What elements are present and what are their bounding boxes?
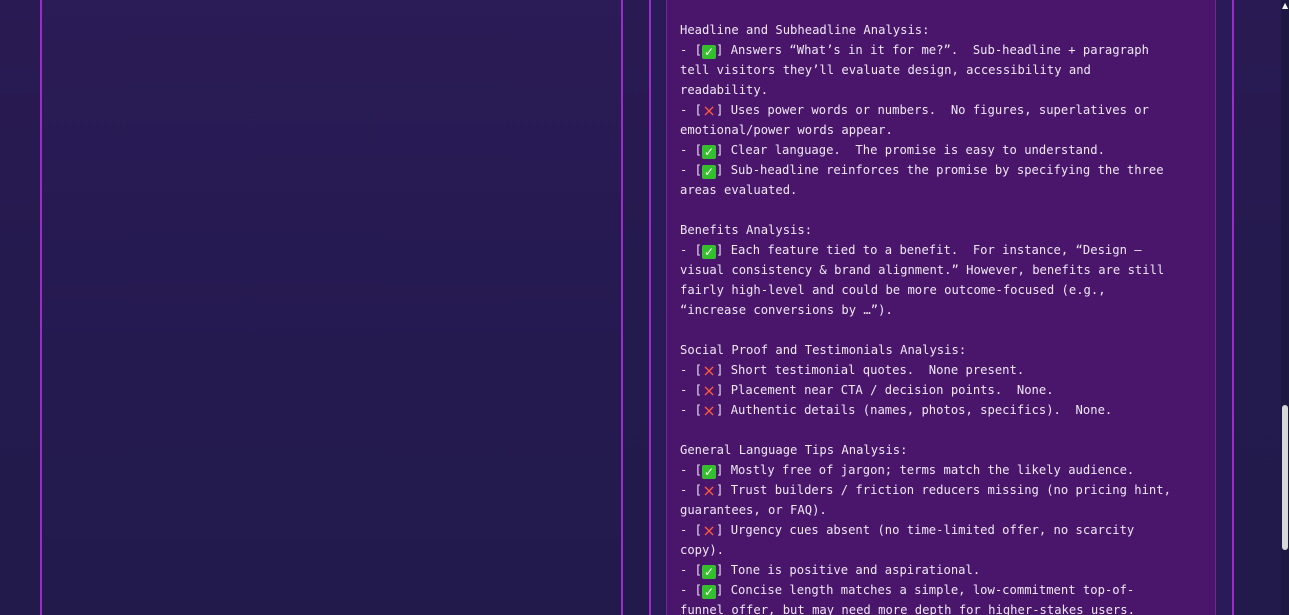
analysis-list-item: - [×] Authentic details (names, photos, … xyxy=(680,400,1208,420)
analysis-list-item: - [✓] Answers “What’s in it for me?”. Su… xyxy=(680,40,1208,60)
analysis-text: visual consistency & brand alignment.” H… xyxy=(680,263,1165,277)
analysis-list-item: - [✓] Each feature tied to a benefit. Fo… xyxy=(680,240,1208,260)
check-mark-icon: ✓ xyxy=(702,45,717,59)
analysis-report-card: Headline and Subheadline Analysis: - [✓] … xyxy=(666,0,1216,615)
analysis-list-item: - [✓] Mostly free of jargon; terms match… xyxy=(680,460,1208,480)
analysis-text: ] Clear language. The promise is easy to… xyxy=(716,143,1105,157)
analysis-text: ] Tone is positive and aspirational. xyxy=(716,563,981,577)
analysis-text: ] Each feature tied to a benefit. For in… xyxy=(716,243,1142,257)
list-prefix: - [ xyxy=(680,483,703,497)
analysis-list-continuation: guarantees, or FAQ). xyxy=(680,500,1208,520)
list-prefix: - [ xyxy=(680,563,703,577)
list-prefix: - [ xyxy=(680,243,703,257)
analysis-list-item: - [×] Placement near CTA / decision poin… xyxy=(680,380,1208,400)
list-prefix: - [ xyxy=(680,583,703,597)
analysis-list-continuation: funnel offer, but may need more depth fo… xyxy=(680,600,1208,615)
cross-mark-icon: × xyxy=(702,381,716,400)
analysis-list-continuation: visual consistency & brand alignment.” H… xyxy=(680,260,1208,280)
section-heading: Headline and Subheadline Analysis: xyxy=(680,23,930,37)
arrow-up-icon[interactable]: ▲ xyxy=(1282,2,1288,10)
app-surface: Headline and Subheadline Analysis: - [✓] … xyxy=(0,0,1289,615)
list-prefix: - [ xyxy=(680,383,703,397)
analysis-list-item: - [✓] Sub-headline reinforces the promis… xyxy=(680,160,1208,180)
analysis-text: ] Placement near CTA / decision points. … xyxy=(716,383,1054,397)
analysis-text: funnel offer, but may need more depth fo… xyxy=(680,603,1135,615)
analysis-list-continuation: emotional/power words appear. xyxy=(680,120,1208,140)
check-mark-icon: ✓ xyxy=(702,145,717,159)
list-prefix: - [ xyxy=(680,143,703,157)
analysis-list-continuation: “increase conversions by …”). xyxy=(680,300,1208,320)
cross-mark-icon: × xyxy=(702,101,716,120)
analysis-text: areas evaluated. xyxy=(680,183,798,197)
analysis-list-item: - [×] Short testimonial quotes. None pre… xyxy=(680,360,1208,380)
analysis-text: ] Mostly free of jargon; terms match the… xyxy=(716,463,1135,477)
list-prefix: - [ xyxy=(680,463,703,477)
section-heading: Social Proof and Testimonials Analysis: xyxy=(680,343,967,357)
analysis-list-continuation: copy). xyxy=(680,540,1208,560)
analysis-text: emotional/power words appear. xyxy=(680,123,893,137)
list-prefix: - [ xyxy=(680,523,703,537)
cross-mark-icon: × xyxy=(702,361,716,380)
check-mark-icon: ✓ xyxy=(702,245,717,259)
analysis-list-item: - [✓] Concise length matches a simple, l… xyxy=(680,580,1208,600)
analysis-text: ] Short testimonial quotes. None present… xyxy=(716,363,1025,377)
analysis-list-item: - [×] Uses power words or numbers. No fi… xyxy=(680,100,1208,120)
analysis-list-item: - [✓] Clear language. The promise is eas… xyxy=(680,140,1208,160)
analysis-list-continuation: readability. xyxy=(680,80,1208,100)
analysis-list-continuation: fairly high-level and could be more outc… xyxy=(680,280,1208,300)
analysis-text: ] Uses power words or numbers. No figure… xyxy=(716,103,1149,117)
cross-mark-icon: × xyxy=(702,481,716,500)
analysis-text: tell visitors they’ll evaluate design, a… xyxy=(680,63,1091,77)
left-content-panel xyxy=(40,0,623,615)
list-prefix: - [ xyxy=(680,163,703,177)
analysis-list-continuation: areas evaluated. xyxy=(680,180,1208,200)
cross-mark-icon: × xyxy=(702,521,716,540)
analysis-text: ] Answers “What’s in it for me?”. Sub-he… xyxy=(716,43,1149,57)
section-heading: General Language Tips Analysis: xyxy=(680,443,908,457)
check-mark-icon: ✓ xyxy=(702,585,717,599)
analysis-list-continuation: tell visitors they’ll evaluate design, a… xyxy=(680,60,1208,80)
analysis-text: ] Concise length matches a simple, low-c… xyxy=(716,583,1135,597)
analysis-list-item: - [×] Urgency cues absent (no time-limit… xyxy=(680,520,1208,540)
analysis-list-item: - [✓] Tone is positive and aspirational. xyxy=(680,560,1208,580)
scrollbar-thumb[interactable] xyxy=(1282,405,1288,550)
analysis-text: readability. xyxy=(680,83,769,97)
check-mark-icon: ✓ xyxy=(702,465,717,479)
analysis-text: ] Trust builders / friction reducers mis… xyxy=(716,483,1171,497)
cross-mark-icon: × xyxy=(702,401,716,420)
analysis-text: ] Urgency cues absent (no time-limited o… xyxy=(716,523,1135,537)
list-prefix: - [ xyxy=(680,363,703,377)
analysis-text: ] Sub-headline reinforces the promise by… xyxy=(716,163,1164,177)
list-prefix: - [ xyxy=(680,403,703,417)
analysis-text: ] Authentic details (names, photos, spec… xyxy=(716,403,1113,417)
list-prefix: - [ xyxy=(680,103,703,117)
analysis-text: copy). xyxy=(680,543,725,557)
analysis-text: guarantees, or FAQ). xyxy=(680,503,827,517)
analysis-report-text: Headline and Subheadline Analysis: - [✓] … xyxy=(680,20,1208,615)
check-mark-icon: ✓ xyxy=(702,165,717,179)
analysis-list-item: - [×] Trust builders / friction reducers… xyxy=(680,480,1208,500)
analysis-text: “increase conversions by …”). xyxy=(680,303,893,317)
check-mark-icon: ✓ xyxy=(702,565,717,579)
vertical-scrollbar[interactable]: ▲ xyxy=(1281,0,1289,615)
section-heading: Benefits Analysis: xyxy=(680,223,813,237)
list-prefix: - [ xyxy=(680,43,703,57)
analysis-text: fairly high-level and could be more outc… xyxy=(680,283,1106,297)
